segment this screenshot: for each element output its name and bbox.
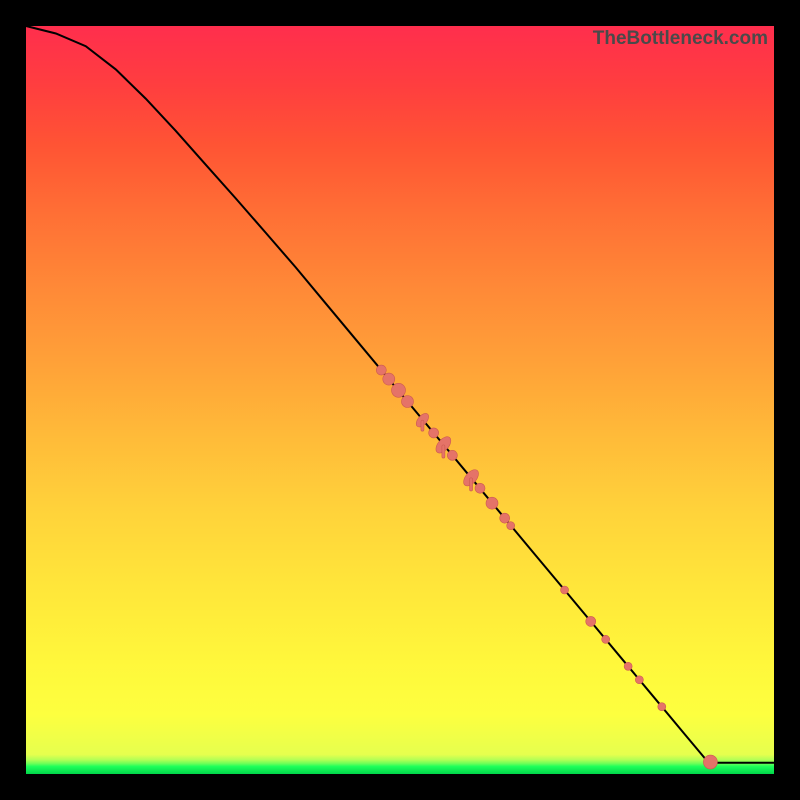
data-point <box>561 586 569 594</box>
data-point <box>475 483 485 493</box>
data-point <box>500 513 510 523</box>
data-point <box>703 755 717 769</box>
data-point <box>392 383 406 397</box>
data-point <box>376 365 386 375</box>
data-point <box>624 662 632 670</box>
data-point <box>429 428 439 438</box>
data-point <box>401 395 413 407</box>
data-point <box>586 616 596 626</box>
chart-frame: TheBottleneck.com <box>26 26 774 774</box>
data-point <box>507 522 515 530</box>
data-point-drip <box>421 420 424 431</box>
data-point-drip <box>442 445 445 458</box>
watermark-text: TheBottleneck.com <box>593 28 768 50</box>
data-point <box>602 635 610 643</box>
chart-svg <box>26 26 774 774</box>
data-point <box>486 497 498 509</box>
data-point <box>447 450 457 460</box>
data-point-drip <box>470 478 473 491</box>
data-point <box>635 676 643 684</box>
data-point <box>658 703 666 711</box>
data-point <box>383 373 395 385</box>
